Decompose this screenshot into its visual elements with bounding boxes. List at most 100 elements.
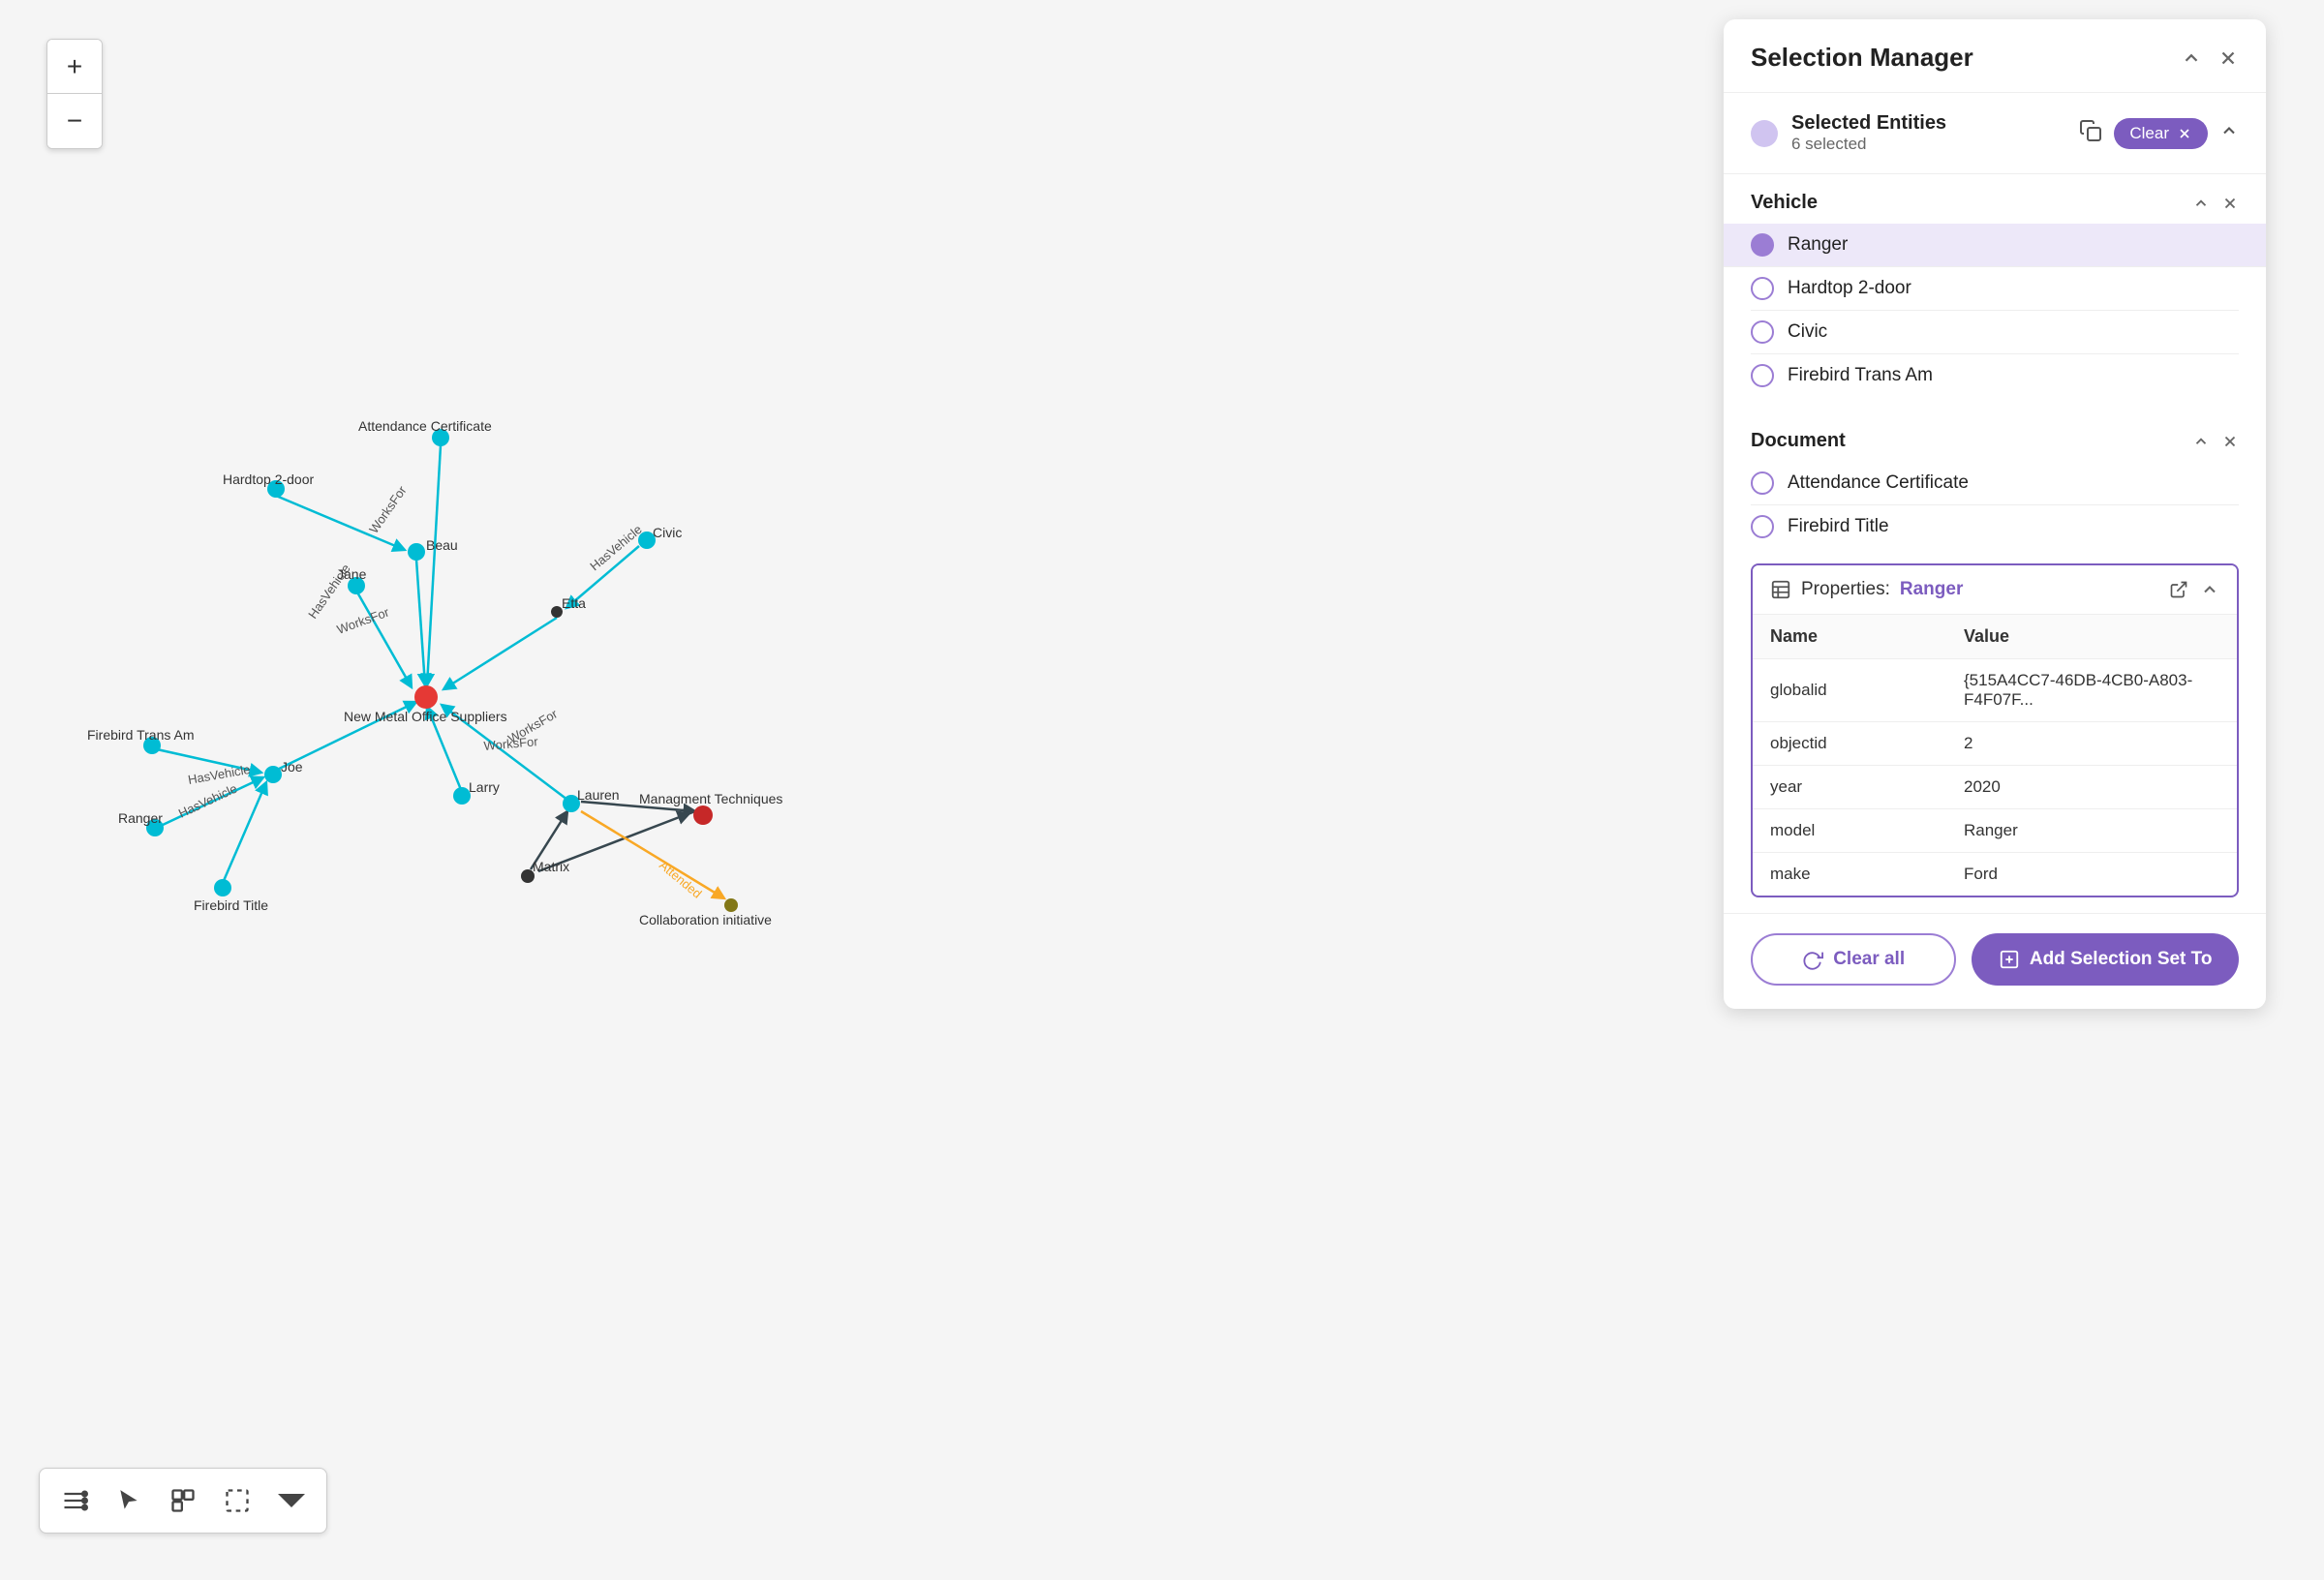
properties-external-button[interactable] (2169, 580, 2188, 599)
svg-text:Matrix: Matrix (533, 859, 569, 874)
document-name-firebird-title: Firebird Title (1788, 516, 1889, 537)
properties-icon (1770, 579, 1791, 600)
vehicle-section: Vehicle Ranger Hardtop 2-door (1724, 174, 2266, 397)
panel-footer: Clear all Add Selection Set To (1724, 913, 2266, 1009)
entity-count: 6 selected (1791, 135, 2065, 154)
vehicle-category-header: Vehicle (1751, 192, 2239, 214)
vehicle-dot-hardtop (1751, 277, 1774, 300)
property-row: globalid{515A4CC7-46DB-4CB0-A803-F4F07F.… (1753, 659, 2237, 722)
document-item-attendance[interactable]: Attendance Certificate (1751, 462, 2239, 505)
panel-title: Selection Manager (1751, 43, 1973, 73)
vehicle-collapse-button[interactable] (2192, 195, 2210, 212)
zoom-out-button[interactable]: − (47, 94, 102, 148)
vehicle-item-civic[interactable]: Civic (1751, 311, 2239, 354)
properties-entity-name: Ranger (1900, 579, 1963, 600)
selection-manager-panel: Selection Manager Selected Entities 6 se… (1724, 19, 2266, 1009)
properties-header: Properties: Ranger (1753, 565, 2237, 615)
list-view-button[interactable] (51, 1477, 98, 1524)
entity-actions: Clear (2079, 118, 2239, 149)
vehicle-name-firebird-trans: Firebird Trans Am (1788, 365, 1933, 386)
properties-title-row: Properties: Ranger (1770, 579, 1963, 600)
zoom-in-button[interactable]: + (47, 40, 102, 94)
svg-text:Firebird Trans Am: Firebird Trans Am (87, 727, 194, 743)
property-name: globalid (1753, 659, 1946, 722)
document-dot-firebird-title (1751, 515, 1774, 538)
svg-text:Collaboration initiative: Collaboration initiative (639, 912, 772, 927)
property-row: modelRanger (1753, 809, 2237, 853)
cursor-button[interactable] (106, 1477, 152, 1524)
property-value: 2020 (1946, 766, 2237, 809)
zoom-controls: + − (46, 39, 103, 149)
svg-text:HasVehicle: HasVehicle (176, 781, 239, 821)
property-row: year2020 (1753, 766, 2237, 809)
svg-text:Ranger: Ranger (118, 810, 163, 826)
vehicle-item-ranger[interactable]: Ranger (1724, 224, 2266, 267)
property-name: make (1753, 853, 1946, 896)
svg-text:WorksFor: WorksFor (366, 483, 410, 536)
document-category-actions (2192, 433, 2239, 450)
vehicle-item-hardtop[interactable]: Hardtop 2-door (1751, 267, 2239, 311)
svg-text:Attendance Certificate: Attendance Certificate (358, 418, 492, 434)
vehicle-category-name: Vehicle (1751, 192, 1818, 214)
svg-text:Etta: Etta (562, 595, 586, 611)
vehicle-item-firebird-trans[interactable]: Firebird Trans Am (1751, 354, 2239, 397)
entity-title: Selected Entities (1791, 112, 2065, 135)
vehicle-name-ranger: Ranger (1788, 234, 1848, 256)
vehicle-close-button[interactable] (2221, 195, 2239, 212)
property-row: objectid2 (1753, 722, 2237, 766)
svg-text:Civic: Civic (653, 525, 682, 540)
property-value: 2 (1946, 722, 2237, 766)
col-header-value: Value (1946, 615, 2237, 659)
document-category-name: Document (1751, 430, 1846, 452)
svg-text:Firebird Title: Firebird Title (194, 897, 268, 913)
expand-entities-button[interactable] (2219, 121, 2239, 146)
lasso-button[interactable] (160, 1477, 206, 1524)
property-value: Ford (1946, 853, 2237, 896)
document-dot-attendance (1751, 471, 1774, 495)
properties-section: Properties: Ranger Name (1751, 563, 2239, 897)
svg-text:Jane: Jane (337, 566, 367, 582)
close-panel-button[interactable] (2217, 47, 2239, 69)
vehicle-category-actions (2192, 195, 2239, 212)
clear-badge-button[interactable]: Clear (2114, 118, 2208, 149)
svg-text:Hardtop 2-door: Hardtop 2-door (223, 471, 315, 487)
document-collapse-button[interactable] (2192, 433, 2210, 450)
property-name: model (1753, 809, 1946, 853)
bottom-toolbar (39, 1468, 327, 1534)
property-name: objectid (1753, 722, 1946, 766)
property-value: {515A4CC7-46DB-4CB0-A803-F4F07F... (1946, 659, 2237, 722)
properties-table: Name Value globalid{515A4CC7-46DB-4CB0-A… (1753, 615, 2237, 896)
entity-circle-icon (1751, 120, 1778, 147)
panel-header: Selection Manager (1724, 19, 2266, 93)
svg-text:WorksFor: WorksFor (335, 604, 391, 637)
more-button[interactable] (268, 1477, 315, 1524)
properties-icons (2169, 580, 2219, 599)
panel-header-icons (2181, 47, 2239, 69)
rect-select-button[interactable] (214, 1477, 260, 1524)
graph-svg: WorksFor WorksFor WorksFor WorksFor HasV… (0, 0, 852, 1355)
vehicle-name-hardtop: Hardtop 2-door (1788, 278, 1911, 299)
svg-text:Lauren: Lauren (577, 787, 620, 803)
properties-collapse-button[interactable] (2200, 580, 2219, 599)
vehicle-name-civic: Civic (1788, 321, 1827, 343)
entity-info: Selected Entities 6 selected (1791, 112, 2065, 154)
copy-entities-button[interactable] (2079, 119, 2102, 148)
property-name: year (1753, 766, 1946, 809)
clear-all-label: Clear all (1833, 949, 1905, 970)
properties-label: Properties: (1801, 579, 1890, 600)
svg-text:HasVehicle: HasVehicle (187, 762, 252, 787)
vehicle-dot-civic (1751, 320, 1774, 344)
add-selection-button[interactable]: Add Selection Set To (1972, 933, 2239, 986)
document-close-button[interactable] (2221, 433, 2239, 450)
document-category-header: Document (1751, 430, 2239, 452)
svg-text:Managment Techniques: Managment Techniques (639, 791, 782, 806)
svg-text:New Metal Office Suppliers: New Metal Office Suppliers (344, 709, 507, 724)
svg-text:Attended: Attended (657, 858, 705, 901)
clear-all-button[interactable]: Clear all (1751, 933, 1956, 986)
collapse-panel-button[interactable] (2181, 47, 2202, 69)
document-section: Document Attendance Certificate Fi (1724, 412, 2266, 548)
document-name-attendance: Attendance Certificate (1788, 472, 1969, 494)
document-item-firebird-title[interactable]: Firebird Title (1751, 505, 2239, 548)
vehicle-dot-ranger (1751, 233, 1774, 257)
svg-text:Larry: Larry (469, 779, 500, 795)
